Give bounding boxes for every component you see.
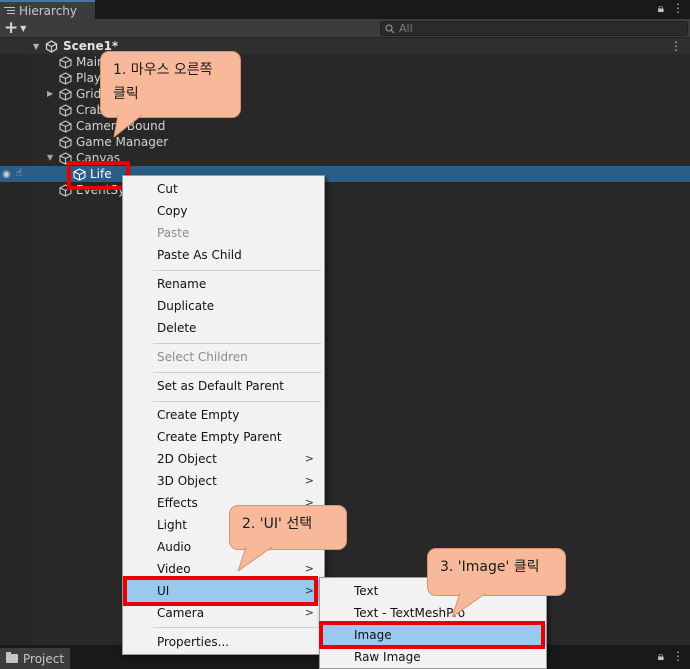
lock-icon[interactable]: 🔒︎ <box>658 649 664 664</box>
menu-item-label: Set as Default Parent <box>157 379 285 393</box>
menu-item-label: Audio <box>157 540 192 554</box>
menu-item-label: Raw Image <box>354 650 421 664</box>
menu-separator <box>153 627 321 628</box>
submenu-item-raw-image[interactable]: Raw Image <box>320 646 546 668</box>
hierarchy-item-camera-bound[interactable]: Camera Bound <box>0 118 690 134</box>
menu-item-label: Video <box>157 562 191 576</box>
callout-step1-line2: 클릭 <box>113 86 139 102</box>
callout-step2-text: 2. 'UI' 선택 <box>242 516 313 532</box>
menu-item-label: Text <box>354 584 379 598</box>
hierarchy-toolbar: + ▼ All <box>0 19 690 38</box>
submenu-arrow-icon: > <box>304 606 314 619</box>
gameobject-cube-icon <box>59 88 72 101</box>
menu-item-duplicate[interactable]: Duplicate <box>123 295 324 317</box>
menu-item-label: Copy <box>157 204 188 218</box>
annotation-highlight-ui <box>123 576 318 606</box>
gameobject-cube-icon <box>59 72 72 85</box>
callout-step1-line1: 1. 마우스 오른쪽 <box>113 62 213 78</box>
scene-menu-icon[interactable]: ⋮ <box>670 39 682 53</box>
menu-item-label: Text - TextMeshPro <box>354 606 466 620</box>
menu-item-label: Paste As Child <box>157 248 242 262</box>
search-icon <box>385 23 395 33</box>
expand-arrow-icon[interactable]: ▼ <box>33 42 39 51</box>
menu-separator <box>153 343 321 344</box>
callout-step3-pointer <box>451 593 487 618</box>
menu-separator <box>153 372 321 373</box>
menu-item-label: Camera <box>157 606 205 620</box>
hierarchy-item-game-manager[interactable]: Game Manager <box>0 134 690 150</box>
tab-hierarchy-label: Hierarchy <box>19 3 78 18</box>
menu-item-properties[interactable]: Properties... <box>123 631 324 653</box>
pickable-hand-icon[interactable]: ☝︎ <box>16 168 22 179</box>
callout-step3-text: 3. 'Image' 클릭 <box>440 559 540 575</box>
menu-item-label: Duplicate <box>157 299 215 313</box>
plus-icon: + <box>4 18 19 38</box>
folder-icon <box>6 652 18 663</box>
gameobject-cube-icon <box>59 136 72 149</box>
submenu-arrow-icon: > <box>304 474 314 487</box>
menu-item-2d-object[interactable]: 2D Object > <box>123 448 324 470</box>
menu-item-select-children: Select Children <box>123 346 324 368</box>
unity-scene-icon <box>45 40 58 53</box>
callout-step1: 1. 마우스 오른쪽 클릭 <box>100 51 241 118</box>
gameobject-cube-icon <box>59 56 72 69</box>
menu-item-label: Delete <box>157 321 197 335</box>
callout-step2: 2. 'UI' 선택 <box>229 505 347 550</box>
expand-arrow-icon[interactable]: ▼ <box>47 153 53 162</box>
menu-item-label: Create Empty <box>157 408 240 422</box>
menu-item-label: 3D Object <box>157 474 217 488</box>
menu-separator <box>153 401 321 402</box>
hierarchy-tree: ▼ Scene1* ⋮ Main Camera Player ▶ Grid Cr… <box>0 38 690 645</box>
lock-icon[interactable]: 🔒︎ <box>658 1 664 16</box>
menu-item-create-empty[interactable]: Create Empty <box>123 404 324 426</box>
submenu-arrow-icon: > <box>304 562 314 575</box>
annotation-highlight-image <box>319 621 545 649</box>
menu-item-label: Create Empty Parent <box>157 430 282 444</box>
menu-item-label: Light <box>157 518 187 532</box>
gameobject-cube-icon <box>59 120 72 133</box>
window-menu-icon[interactable]: ⋮ <box>672 1 684 16</box>
menu-item-label: Properties... <box>157 635 230 649</box>
search-placeholder: All <box>399 22 413 35</box>
expand-arrow-icon[interactable]: ▶ <box>47 89 53 98</box>
menu-item-label: Cut <box>157 182 178 196</box>
menu-item-copy[interactable]: Copy <box>123 200 324 222</box>
menu-item-label: Select Children <box>157 350 248 364</box>
hierarchy-list-icon <box>4 6 15 15</box>
menu-item-label: Rename <box>157 277 207 291</box>
create-dropdown-button[interactable]: + ▼ <box>4 19 26 38</box>
menu-item-paste-as-child[interactable]: Paste As Child <box>123 244 324 266</box>
hierarchy-item-label: Grid <box>76 87 102 101</box>
tab-project-label: Project <box>23 651 65 666</box>
callout-step1-pointer <box>113 115 143 138</box>
menu-item-label: Paste <box>157 226 190 240</box>
submenu-arrow-icon: > <box>304 452 314 465</box>
hierarchy-tab-bar: Hierarchy 🔒︎ ⋮ <box>0 0 690 19</box>
annotation-highlight-life <box>67 161 130 190</box>
menu-item-3d-object[interactable]: 3D Object > <box>123 470 324 492</box>
menu-item-paste: Paste <box>123 222 324 244</box>
tab-hierarchy[interactable]: Hierarchy <box>0 0 95 19</box>
gameobject-cube-icon <box>59 104 72 117</box>
menu-item-create-empty-parent[interactable]: Create Empty Parent <box>123 426 324 448</box>
menu-item-cut[interactable]: Cut <box>123 178 324 200</box>
menu-item-label: 2D Object <box>157 452 217 466</box>
menu-item-rename[interactable]: Rename <box>123 273 324 295</box>
menu-item-set-default-parent[interactable]: Set as Default Parent <box>123 375 324 397</box>
tab-project[interactable]: Project <box>0 648 70 669</box>
callout-step3: 3. 'Image' 클릭 <box>427 548 566 596</box>
search-input[interactable]: All <box>380 21 688 36</box>
chevron-down-icon: ▼ <box>20 24 27 33</box>
visibility-eye-icon[interactable]: ◉ <box>2 169 11 180</box>
menu-item-delete[interactable]: Delete <box>123 317 324 339</box>
menu-separator <box>153 270 321 271</box>
window-menu-icon[interactable]: ⋮ <box>672 649 684 664</box>
callout-step2-pointer <box>237 547 273 572</box>
menu-item-label: Effects <box>157 496 198 510</box>
